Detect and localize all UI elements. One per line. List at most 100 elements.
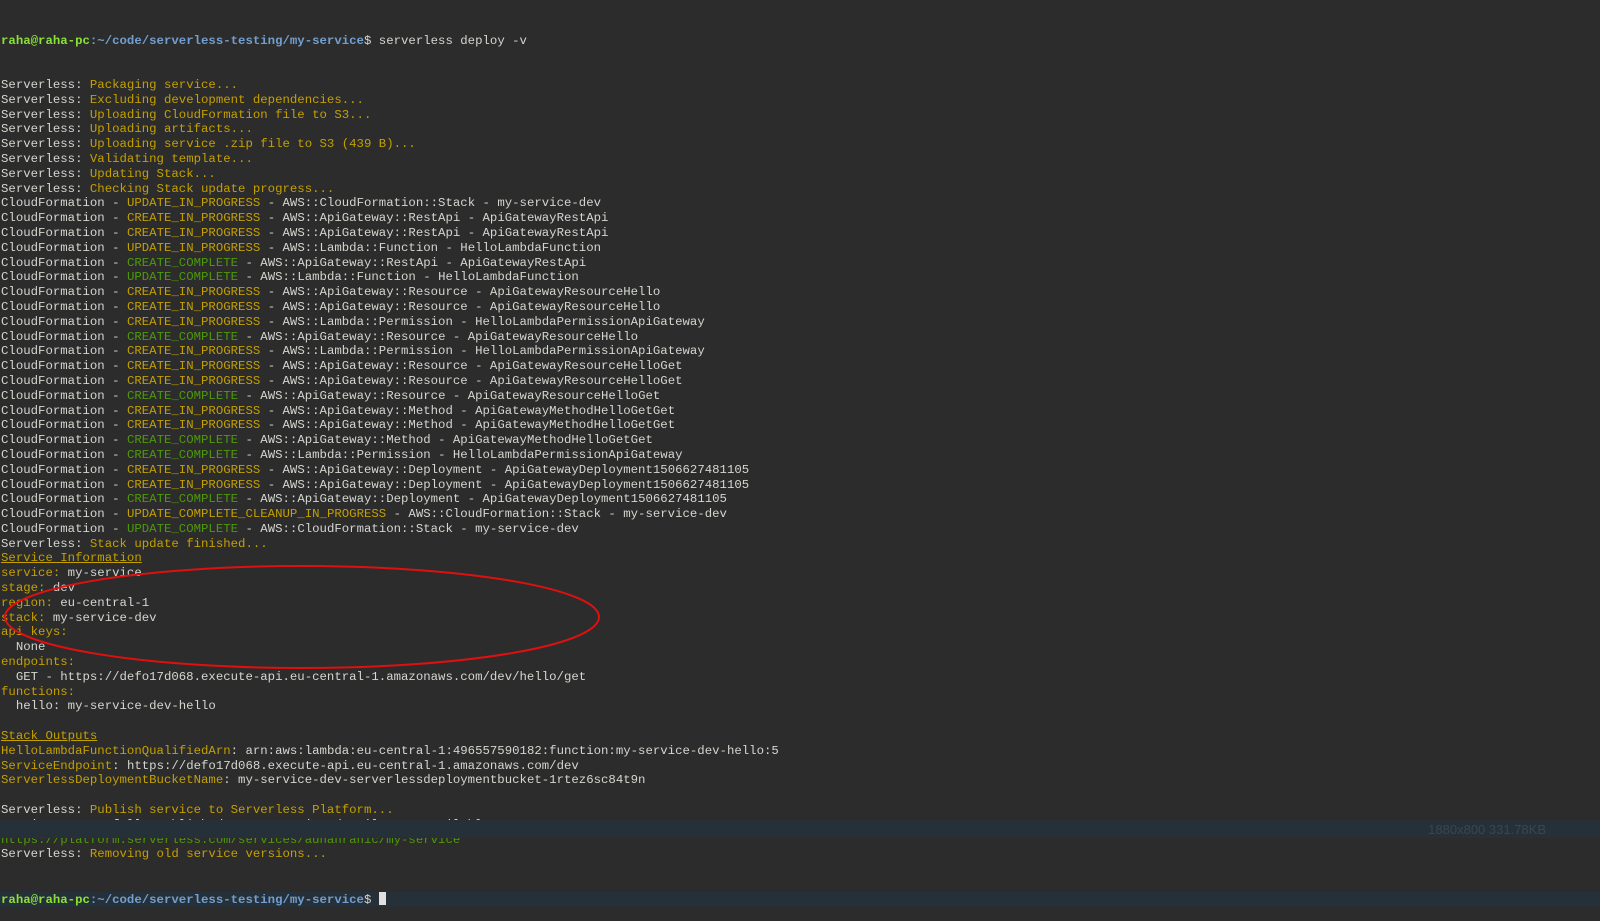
output-line: Serverless: Stack update finished...	[1, 537, 1600, 552]
output-segment: CloudFormation -	[1, 433, 127, 448]
output-segment: - AWS::Lambda::Function - HelloLambdaFun…	[238, 270, 579, 285]
output-line: CloudFormation - CREATE_COMPLETE - AWS::…	[1, 256, 1600, 271]
output-segment: CloudFormation -	[1, 285, 127, 300]
output-segment: eu-central-1	[60, 595, 150, 610]
output-segment: CREATE_COMPLETE	[126, 433, 239, 448]
output-line: Serverless: Updating Stack...	[1, 167, 1600, 182]
output-line: endpoints:	[1, 655, 1600, 670]
output-segment: dev	[52, 581, 76, 596]
output-line: stage: dev	[1, 581, 1600, 596]
output-segment: CloudFormation -	[1, 447, 127, 462]
prompt-path: :~/code/serverless-testing/my-service	[89, 33, 364, 48]
output-segment: hello: my-service-dev-hello	[1, 699, 216, 714]
prompt-path: :~/code/serverless-testing/my-service	[89, 892, 364, 907]
output-segment: UPDATE_COMPLETE_CLEANUP_IN_PROGRESS	[126, 507, 387, 522]
output-line: ServiceEndpoint: https://defo17d068.exec…	[1, 759, 1600, 774]
output-segment: CREATE_COMPLETE	[126, 492, 239, 507]
output-line: CloudFormation - CREATE_IN_PROGRESS - AW…	[1, 374, 1600, 389]
output-segment: CREATE_IN_PROGRESS	[126, 344, 261, 359]
output-line: CloudFormation - CREATE_IN_PROGRESS - AW…	[1, 226, 1600, 241]
status-bar	[0, 820, 1600, 838]
command-line: raha@raha-pc:~/code/serverless-testing/m…	[1, 34, 1600, 49]
output-segment: functions:	[1, 684, 76, 699]
output-line: CloudFormation - UPDATE_IN_PROGRESS - AW…	[1, 241, 1600, 256]
output-segment: CloudFormation -	[1, 359, 127, 374]
output-segment: CloudFormation -	[1, 225, 127, 240]
output-segment: CREATE_COMPLETE	[126, 388, 239, 403]
output-segment: Validating template...	[89, 151, 253, 166]
output-segment: CloudFormation -	[1, 270, 127, 285]
output-segment: - AWS::CloudFormation::Stack - my-servic…	[238, 521, 579, 536]
output-segment: Updating Stack...	[89, 166, 216, 181]
output-segment: - AWS::Lambda::Permission - HelloLambdaP…	[260, 344, 705, 359]
output-segment: CloudFormation -	[1, 492, 127, 507]
output-line: Serverless: Validating template...	[1, 152, 1600, 167]
output-segment: CREATE_COMPLETE	[126, 255, 239, 270]
output-line: Serverless: Packaging service...	[1, 78, 1600, 93]
output-line: functions:	[1, 685, 1600, 700]
output-segment: None	[1, 640, 46, 655]
output-segment: - AWS::ApiGateway::Resource - ApiGateway…	[260, 285, 661, 300]
output-segment: Serverless:	[1, 137, 90, 152]
output-line: HelloLambdaFunctionQualifiedArn: arn:aws…	[1, 744, 1600, 759]
output-line: Stack Outputs	[1, 729, 1600, 744]
output-line: service: my-service	[1, 566, 1600, 581]
output-segment: Serverless:	[1, 803, 90, 818]
output-segment: - AWS::ApiGateway::Resource - ApiGateway…	[260, 359, 683, 374]
output-segment: Excluding development dependencies...	[89, 92, 364, 107]
output-segment: ServerlessDeploymentBucketName	[1, 773, 224, 788]
output-line: CloudFormation - CREATE_IN_PROGRESS - AW…	[1, 463, 1600, 478]
output-segment: - AWS::ApiGateway::Method - ApiGatewayMe…	[260, 403, 676, 418]
output-line: CloudFormation - CREATE_COMPLETE - AWS::…	[1, 448, 1600, 463]
output-segment: HelloLambdaFunctionQualifiedArn	[1, 743, 231, 758]
output-segment: Stack update finished...	[89, 536, 268, 551]
prompt-symbol: $	[363, 892, 379, 907]
output-segment: - AWS::ApiGateway::Deployment - ApiGatew…	[260, 477, 750, 492]
output-segment: CloudFormation -	[1, 373, 127, 388]
output-segment: CREATE_IN_PROGRESS	[126, 373, 261, 388]
output-line: CloudFormation - CREATE_IN_PROGRESS - AW…	[1, 315, 1600, 330]
output-line: Serverless: Publish service to Serverles…	[1, 803, 1600, 818]
output-segment: CloudFormation -	[1, 507, 127, 522]
output-segment: CloudFormation -	[1, 418, 127, 433]
output-line: CloudFormation - UPDATE_COMPLETE_CLEANUP…	[1, 507, 1600, 522]
output-line: CloudFormation - CREATE_COMPLETE - AWS::…	[1, 389, 1600, 404]
output-segment: - AWS::CloudFormation::Stack - my-servic…	[386, 507, 727, 522]
output-line: CloudFormation - CREATE_IN_PROGRESS - AW…	[1, 418, 1600, 433]
command-text: serverless deploy -v	[378, 33, 527, 48]
output-lines: Serverless: Packaging service... Serverle…	[1, 78, 1600, 862]
current-prompt-line[interactable]: raha@raha-pc:~/code/serverless-testing/m…	[0, 891, 1600, 907]
output-segment: CREATE_IN_PROGRESS	[126, 477, 261, 492]
output-line: None	[1, 640, 1600, 655]
output-segment: UPDATE_COMPLETE	[126, 270, 239, 285]
output-segment: CREATE_IN_PROGRESS	[126, 462, 261, 477]
output-segment: - AWS::ApiGateway::Deployment - ApiGatew…	[260, 462, 750, 477]
output-segment: Serverless:	[1, 122, 90, 137]
output-segment: - AWS::ApiGateway::RestApi - ApiGatewayR…	[260, 225, 609, 240]
output-segment: - AWS::ApiGateway::Resource - ApiGateway…	[260, 373, 683, 388]
output-line: Serverless: Removing old service version…	[1, 847, 1600, 862]
output-segment: : my-service-dev-serverlessdeploymentbuc…	[223, 773, 646, 788]
output-line: CloudFormation - UPDATE_COMPLETE - AWS::…	[1, 270, 1600, 285]
output-segment: CREATE_IN_PROGRESS	[126, 285, 261, 300]
output-segment: my-service-dev	[52, 610, 157, 625]
output-line: Serverless: Uploading artifacts...	[1, 122, 1600, 137]
output-segment: Serverless:	[1, 107, 90, 122]
prompt-user-host: raha@raha-pc	[1, 892, 90, 907]
output-segment: CREATE_IN_PROGRESS	[126, 359, 261, 374]
output-segment: Serverless:	[1, 847, 90, 862]
output-segment: Serverless:	[1, 92, 90, 107]
output-line: region: eu-central-1	[1, 596, 1600, 611]
output-segment: service:	[1, 566, 68, 581]
output-segment: - AWS::ApiGateway::RestApi - ApiGatewayR…	[238, 255, 587, 270]
output-segment: - AWS::ApiGateway::Resource - ApiGateway…	[238, 388, 661, 403]
output-segment: CREATE_IN_PROGRESS	[126, 225, 261, 240]
output-segment: CloudFormation -	[1, 196, 127, 211]
output-segment: CloudFormation -	[1, 299, 127, 314]
output-line: CloudFormation - CREATE_COMPLETE - AWS::…	[1, 330, 1600, 345]
output-segment: - AWS::ApiGateway::Deployment - ApiGatew…	[238, 492, 727, 507]
output-segment: Publish service to Serverless Platform..…	[89, 803, 394, 818]
output-line: ServerlessDeploymentBucketName: my-servi…	[1, 773, 1600, 788]
output-segment: stack:	[1, 610, 53, 625]
